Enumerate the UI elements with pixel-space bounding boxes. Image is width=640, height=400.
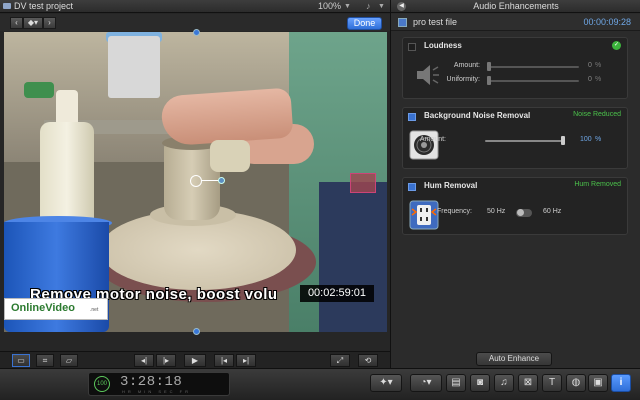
noise-amount-label: Amount: xyxy=(419,136,446,143)
clip-browser-icon[interactable]: ▤ xyxy=(446,374,466,392)
video-frame[interactable]: Remove motor noise, boost volu OnlineVid… xyxy=(4,32,387,332)
file-duration: 00:00:09:28 xyxy=(583,17,631,27)
panel-title: Audio Enhancements xyxy=(473,1,559,11)
auto-enhance-button[interactable]: Auto Enhance xyxy=(476,352,552,366)
music-browser-icon[interactable]: ♫ xyxy=(494,374,514,392)
distort-icon[interactable]: ▱ xyxy=(60,354,78,367)
transitions-browser-icon[interactable]: ⊠ xyxy=(518,374,538,392)
noise-removal-title: Background Noise Removal xyxy=(424,111,531,120)
next-frame-icon[interactable]: |▸ xyxy=(156,354,176,367)
audio-file-icon xyxy=(398,18,407,27)
fan-icon xyxy=(409,130,439,160)
project-title: DV test project xyxy=(14,1,74,11)
viewer-titlebar: DV test project 100% ▼ ♪ ▼ xyxy=(0,0,390,13)
maps-browser-icon[interactable]: ◍ xyxy=(566,374,586,392)
loudness-section: Loudness ✓ Amount: 0 % Uniformity: 0 % xyxy=(402,37,628,99)
noise-amount-value: 100 xyxy=(580,136,592,143)
play-icon[interactable]: ▶ xyxy=(184,354,206,367)
loudness-uniformity-label: Uniformity: xyxy=(446,76,480,83)
app-window: DV test project 100% ▼ ♪ ▼ ‹ ◆▾ › Done R… xyxy=(0,0,640,400)
dashboard-time-units: HR MIN SEC FR xyxy=(122,389,191,394)
back-arrow-icon[interactable]: ‹ xyxy=(10,17,23,29)
background-tasks-icon[interactable]: 100 xyxy=(94,376,110,392)
previous-frame-icon[interactable]: ◂| xyxy=(134,354,154,367)
timecode-overlay: 00:02:59:01 xyxy=(300,285,374,302)
noise-amount-thumb[interactable] xyxy=(561,136,565,145)
noise-status: Noise Reduced xyxy=(573,111,621,118)
hum-60hz-label[interactable]: 60 Hz xyxy=(543,208,561,215)
potter-jeans xyxy=(319,182,387,332)
hum-frequency-label: Frequency: xyxy=(436,208,472,215)
retime-menu-icon[interactable]: ◔▾ xyxy=(410,374,442,392)
tools-menu-icon[interactable]: ✦▾ xyxy=(370,374,402,392)
loudness-checkbox[interactable] xyxy=(408,43,416,51)
container xyxy=(108,36,160,98)
loudness-uniformity-unit: % xyxy=(595,76,602,83)
loudness-amount-thumb[interactable] xyxy=(487,62,491,71)
loudness-uniformity-slider[interactable] xyxy=(487,80,579,82)
audio-monitor-icon[interactable]: ♪ xyxy=(366,0,371,13)
transform-icon[interactable]: ▭ xyxy=(12,354,30,367)
next-edit-icon[interactable]: ▸| xyxy=(236,354,256,367)
file-row: pro test file 00:00:09:28 xyxy=(391,14,640,31)
loudness-title: Loudness xyxy=(424,41,462,50)
noise-amount-unit: % xyxy=(595,136,602,143)
bottom-transform-handle[interactable] xyxy=(193,328,200,335)
fullscreen-icon[interactable]: ⤢ xyxy=(330,354,350,367)
hum-50hz-label[interactable]: 50 Hz xyxy=(487,208,505,215)
crop-icon[interactable]: ⌗ xyxy=(36,354,54,367)
top-transform-handle[interactable] xyxy=(193,29,200,36)
previous-edit-icon[interactable]: |◂ xyxy=(214,354,234,367)
file-name: pro test file xyxy=(413,17,458,27)
panel-titlebar: ◀ Audio Enhancements xyxy=(391,0,640,13)
rotation-handle[interactable] xyxy=(218,177,225,184)
generators-browser-icon[interactable]: ▣ xyxy=(588,374,608,392)
loudness-uniformity-thumb[interactable] xyxy=(487,76,491,85)
photo-browser-icon[interactable]: ◙ xyxy=(470,374,490,392)
logo-suffix: .net xyxy=(90,307,99,313)
hum-removal-checkbox[interactable] xyxy=(408,183,416,191)
hum-frequency-toggle[interactable] xyxy=(516,209,532,217)
noise-removal-section: Background Noise Removal Noise Reduced A… xyxy=(402,107,628,169)
transform-target-box[interactable] xyxy=(350,173,376,193)
forward-arrow-icon[interactable]: › xyxy=(43,17,56,29)
hum-removal-section: Hum Removal Hum Removed Frequency: 50 Hz… xyxy=(402,177,628,235)
titles-browser-icon[interactable]: T xyxy=(542,374,562,392)
noise-amount-slider[interactable] xyxy=(485,140,563,142)
power-outlet-icon xyxy=(409,200,439,230)
transform-tool-icon[interactable]: ◆▾ xyxy=(23,17,43,29)
potter-hand xyxy=(160,87,294,147)
dashboard-time: 3:28:18 xyxy=(120,374,183,390)
spray-trigger xyxy=(24,82,54,98)
noise-removal-checkbox[interactable] xyxy=(408,113,416,121)
sponge xyxy=(210,140,250,172)
hum-status: Hum Removed xyxy=(574,181,621,188)
back-icon[interactable]: ◀ xyxy=(397,2,406,11)
logo-text: OnlineVideo xyxy=(11,302,75,314)
onlinevideo-logo: OnlineVideo .net xyxy=(4,298,108,320)
info-icon[interactable]: i xyxy=(611,374,631,392)
viewer: DV test project 100% ▼ ♪ ▼ ‹ ◆▾ › Done R… xyxy=(0,0,390,368)
loudness-amount-slider[interactable] xyxy=(487,66,579,68)
loudness-amount-value: 0 xyxy=(588,62,592,69)
loudness-amount-unit: % xyxy=(595,62,602,69)
anchor-point-icon[interactable] xyxy=(190,175,202,187)
zoom-level[interactable]: 100% xyxy=(318,0,341,13)
analysis-ok-icon: ✓ xyxy=(612,41,621,50)
loudness-amount-label: Amount: xyxy=(453,62,480,69)
toggle-knob xyxy=(517,209,524,216)
done-button[interactable]: Done xyxy=(347,17,382,30)
hum-removal-title: Hum Removal xyxy=(424,181,478,190)
zoom-dropdown-icon[interactable]: ▼ xyxy=(344,0,351,13)
audio-dropdown-icon[interactable]: ▼ xyxy=(378,0,385,13)
loudness-uniformity-value: 0 xyxy=(588,76,592,83)
transport-bar: ▭ ⌗ ▱ ◂| |▸ ▶ |◂ ▸| ⤢ ⟲ xyxy=(0,351,390,368)
project-icon xyxy=(3,3,11,9)
loop-icon[interactable]: ⟲ xyxy=(358,354,378,367)
